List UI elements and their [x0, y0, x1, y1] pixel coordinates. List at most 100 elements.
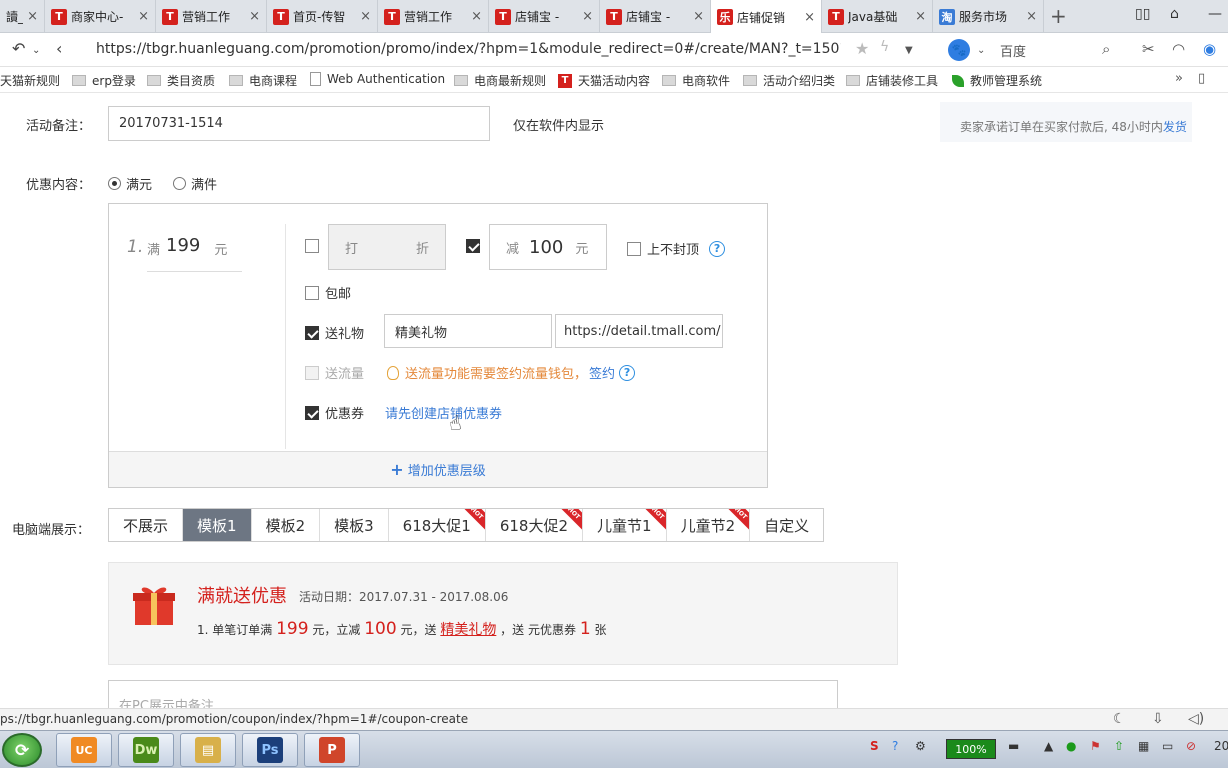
close-icon[interactable]: ×	[249, 9, 260, 24]
baidu-icon[interactable]: 🐾	[948, 39, 970, 61]
volume-icon[interactable]: ◁)	[1188, 711, 1204, 727]
browser-tab[interactable]: T 首页-传智 ×	[267, 0, 378, 33]
man-amount-field[interactable]: 满 199 元	[147, 235, 242, 272]
close-icon[interactable]: ×	[27, 9, 38, 24]
reduce-checkbox[interactable]	[466, 239, 486, 253]
back-icon[interactable]: ‹	[56, 39, 62, 58]
bookmark-item[interactable]: 教师管理系统	[952, 72, 1042, 89]
lightning-icon[interactable]: ϟ	[880, 39, 889, 55]
star-icon[interactable]: ★	[855, 39, 869, 58]
template-tab[interactable]: 儿童节2 HOT	[666, 509, 751, 541]
download-icon[interactable]: ⇩	[1152, 711, 1164, 727]
tile-icon[interactable]: ▯▯	[1135, 6, 1150, 22]
scissors-icon[interactable]: ✂	[1142, 40, 1155, 58]
sogou-icon[interactable]: S	[870, 739, 879, 753]
close-icon[interactable]: ×	[804, 10, 815, 25]
taskbar-app[interactable]: UC	[56, 733, 112, 767]
chevron-down-icon[interactable]: ⌄	[977, 45, 985, 56]
skin-icon[interactable]: ⌂	[1170, 6, 1179, 22]
template-tab[interactable]: 儿童节1 HOT	[583, 509, 667, 541]
bookmark-item[interactable]: 天猫新规则	[0, 72, 60, 89]
bookmark-item[interactable]: Web Authentication	[310, 72, 445, 86]
free-shipping-checkbox[interactable]: 包邮	[305, 283, 351, 302]
reduce-field[interactable]: 减 100 元	[489, 224, 607, 270]
close-icon[interactable]: ×	[582, 9, 593, 24]
browser-tab[interactable]: 淘 服务市场 ×	[933, 0, 1044, 33]
bookmark-item[interactable]: 电商课程	[229, 72, 297, 89]
bookmark-item[interactable]: 电商软件	[662, 72, 730, 89]
discount-checkbox[interactable]	[305, 239, 325, 253]
bookmark-item[interactable]: 店铺装修工具	[846, 72, 938, 89]
bookmark-item[interactable]: 活动介绍归类	[743, 72, 835, 89]
gift-name-input[interactable]: 精美礼物	[384, 314, 552, 348]
help-icon[interactable]: ?	[892, 739, 898, 753]
taskbar-app[interactable]: Dw	[118, 733, 174, 767]
show-hidden-icon[interactable]: ▲	[1044, 739, 1053, 753]
create-coupon-link[interactable]: 请先创建店铺优惠券	[385, 403, 502, 422]
discount-field[interactable]: 打 折	[328, 224, 446, 270]
more-bookmarks-icon[interactable]: »	[1175, 71, 1183, 86]
close-icon[interactable]: ×	[693, 9, 704, 24]
start-button[interactable]: ⟳	[2, 733, 42, 767]
browser-tab[interactable]: T 店铺宝 - ×	[600, 0, 711, 33]
close-icon[interactable]: ×	[138, 9, 149, 24]
night-mode-icon[interactable]: ☾	[1113, 711, 1126, 727]
search-input[interactable]: 百度	[1000, 41, 1026, 60]
settings-icon[interactable]: ⚙	[915, 739, 926, 753]
search-icon[interactable]: ⌕	[1102, 40, 1110, 58]
undo-icon[interactable]: ↶	[12, 39, 25, 58]
coupon-checkbox[interactable]: 优惠券	[305, 403, 364, 422]
preview-gift-link[interactable]: 精美礼物	[440, 622, 496, 638]
network-icon[interactable]: ▦	[1138, 739, 1149, 753]
update-icon[interactable]: ⇧	[1114, 739, 1124, 753]
minimize-icon[interactable]: —	[1208, 6, 1222, 22]
taskbar-app[interactable]: ▤	[180, 733, 236, 767]
template-tab[interactable]: 618大促2 HOT	[485, 509, 584, 541]
close-icon[interactable]: ×	[360, 9, 371, 24]
mute-icon[interactable]: ⊘	[1186, 739, 1196, 753]
template-tab[interactable]: 不展示	[109, 509, 184, 541]
refresh-icon[interactable]: ◉	[1203, 40, 1216, 58]
status-dot-icon[interactable]: ●	[1066, 739, 1076, 753]
radio-man-yuan[interactable]: 满元	[108, 174, 152, 193]
flag-icon[interactable]: ⚑	[1090, 739, 1101, 753]
bookmark-item[interactable]: T 天猫活动内容	[558, 72, 650, 89]
gift-checkbox[interactable]: 送礼物	[305, 323, 364, 342]
browser-tab[interactable]: 讀_规 ×	[0, 0, 45, 33]
template-tab[interactable]: 自定义	[750, 509, 824, 541]
url-input[interactable]: https://tbgr.huanleguang.com/promotion/p…	[96, 41, 841, 57]
browser-tab[interactable]: T 营销工作 ×	[156, 0, 267, 33]
sign-link[interactable]: 签约	[589, 363, 615, 382]
pc-remark-input[interactable]: 在PC展示中备注	[108, 680, 838, 708]
bookmark-item[interactable]: 类目资质	[147, 72, 215, 89]
template-tab[interactable]: 模板2	[251, 509, 321, 541]
radio-man-jian[interactable]: 满件	[173, 174, 217, 193]
phone-icon[interactable]: ▯	[1198, 71, 1205, 86]
taskbar-app[interactable]: P	[304, 733, 360, 767]
help-icon[interactable]: ?	[619, 364, 636, 381]
browser-tab-active[interactable]: 乐 店铺促销 ×	[711, 0, 822, 34]
battery-indicator[interactable]: 100%	[946, 739, 996, 759]
browser-tab[interactable]: T 商家中心- ×	[45, 0, 156, 33]
side-hint-link[interactable]: 发货	[1163, 120, 1187, 134]
wifi-icon[interactable]: ◠	[1172, 40, 1185, 58]
close-icon[interactable]: ×	[1026, 9, 1037, 24]
browser-tab[interactable]: T Java基础 ×	[822, 0, 933, 33]
chevron-down-icon[interactable]: ⌄	[32, 45, 40, 56]
display-icon[interactable]: ▭	[1162, 739, 1173, 753]
browser-tab[interactable]: T 营销工作 ×	[378, 0, 489, 33]
help-icon[interactable]: ?	[709, 240, 726, 257]
chevron-down-icon[interactable]: ▼	[905, 45, 913, 56]
close-icon[interactable]: ×	[471, 9, 482, 24]
browser-tab[interactable]: T 店铺宝 - ×	[489, 0, 600, 33]
template-tab[interactable]: 618大促1 HOT	[388, 509, 486, 541]
taskbar-app[interactable]: Ps	[242, 733, 298, 767]
close-icon[interactable]: ×	[915, 9, 926, 24]
bookmark-item[interactable]: erp登录	[72, 72, 136, 89]
new-tab-icon[interactable]: +	[1050, 4, 1067, 28]
traffic-checkbox[interactable]: 送流量	[305, 363, 364, 382]
remark-input[interactable]: 20170731-1514	[108, 106, 490, 141]
add-level-button[interactable]: + 增加优惠层级	[109, 451, 767, 487]
template-tab[interactable]: 模板3	[320, 509, 389, 541]
gift-url-input[interactable]: https://detail.tmall.com/	[555, 314, 723, 348]
